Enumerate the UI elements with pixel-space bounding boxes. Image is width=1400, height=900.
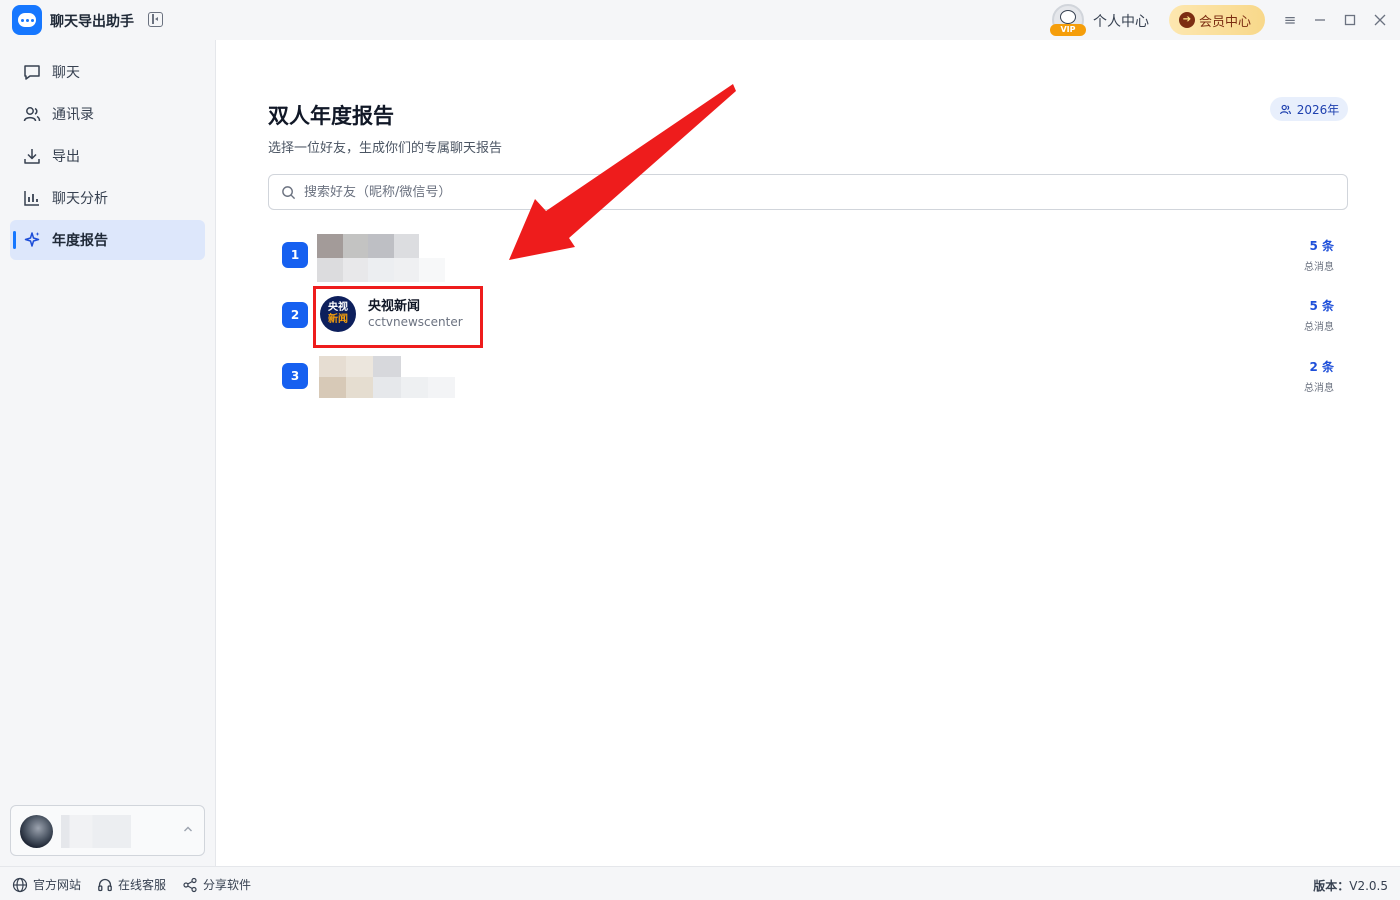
version-label: 版本： — [1313, 879, 1350, 893]
account-avatar — [20, 815, 53, 848]
friend-avatar-redacted — [317, 234, 445, 282]
arrow-right-icon: ➔ — [1179, 12, 1195, 28]
sidebar-item-label: 聊天分析 — [52, 191, 108, 207]
version-info: 版本：V2.0.5 — [1313, 877, 1388, 894]
friend-row[interactable]: 3 2 条 总消息 — [270, 346, 1348, 404]
search-icon — [281, 185, 296, 200]
app-logo-icon — [12, 5, 42, 35]
chevron-up-icon — [183, 823, 193, 837]
personal-center-link[interactable]: 个人中心 — [1093, 11, 1149, 31]
sidebar-item-label: 年度报告 — [52, 233, 108, 249]
search-input[interactable] — [304, 184, 1204, 200]
footer: 官方网站 在线客服 分享软件 版本：V2.0.5 — [0, 866, 1400, 900]
rank-badge: 2 — [282, 302, 308, 328]
globe-icon — [12, 877, 28, 893]
share-icon — [182, 877, 198, 893]
online-support-link[interactable]: 在线客服 — [97, 876, 166, 893]
menu-icon[interactable]: ≡ — [1280, 10, 1300, 30]
close-icon[interactable] — [1370, 10, 1390, 30]
friend-avatar-redacted — [319, 356, 455, 398]
sidebar: 聊天 通讯录 导出 聊天分析 年度报告 — [0, 40, 216, 866]
sidebar-item-label: 导出 — [52, 149, 80, 165]
headset-icon — [97, 877, 113, 893]
page-subtitle: 选择一位好友，生成你们的专属聊天报告 — [268, 141, 503, 156]
sidebar-item-chat-analysis[interactable]: 聊天分析 — [10, 178, 205, 218]
download-icon — [22, 146, 42, 166]
year-selector[interactable]: 2026年 — [1270, 97, 1348, 121]
chat-bubble-icon — [22, 62, 42, 82]
friend-search[interactable] — [268, 174, 1348, 210]
sidebar-item-annual-report[interactable]: 年度报告 — [10, 220, 205, 260]
member-center-label: 会员中心 — [1199, 14, 1252, 30]
friend-row[interactable]: 1 5 条 总消息 — [270, 225, 1348, 283]
account-switcher[interactable] — [10, 805, 205, 856]
online-support-label: 在线客服 — [118, 878, 167, 892]
message-count: 5 条 — [1309, 299, 1334, 313]
message-count-label: 总消息 — [1304, 383, 1334, 394]
sidebar-item-label: 聊天 — [52, 65, 80, 81]
maximize-icon[interactable] — [1340, 10, 1360, 30]
sparkle-icon — [22, 230, 42, 250]
message-count: 5 条 — [1309, 239, 1334, 253]
sidebar-item-chat[interactable]: 聊天 — [10, 52, 205, 92]
version-number: V2.0.5 — [1349, 879, 1388, 893]
year-label: 2026年 — [1296, 102, 1340, 117]
title-bar: 聊天导出助手 VIP 个人中心 ➔ 会员中心 ≡ — [0, 0, 1400, 40]
users-icon — [1279, 103, 1292, 116]
message-count-label: 总消息 — [1304, 262, 1334, 273]
contacts-icon — [22, 104, 42, 124]
member-center-button[interactable]: ➔ 会员中心 — [1169, 5, 1265, 35]
minimize-icon[interactable] — [1310, 10, 1330, 30]
sidebar-item-contacts[interactable]: 通讯录 — [10, 94, 205, 134]
sidebar-item-label: 通讯录 — [52, 107, 94, 123]
rank-badge: 1 — [282, 242, 308, 268]
message-count-label: 总消息 — [1304, 322, 1334, 333]
annotation-highlight-box — [313, 286, 483, 348]
sidebar-collapse-icon[interactable] — [148, 12, 163, 27]
official-website-label: 官方网站 — [33, 878, 82, 892]
sidebar-item-export[interactable]: 导出 — [10, 136, 205, 176]
official-website-link[interactable]: 官方网站 — [12, 876, 81, 893]
rank-badge: 3 — [282, 363, 308, 389]
vip-badge: VIP — [1050, 24, 1086, 36]
share-software-label: 分享软件 — [203, 878, 252, 892]
share-software-link[interactable]: 分享软件 — [182, 876, 251, 893]
account-name-redacted — [61, 815, 131, 848]
page-title: 双人年度报告 — [268, 104, 394, 128]
app-title: 聊天导出助手 — [50, 14, 134, 30]
message-count: 2 条 — [1309, 360, 1334, 374]
bar-chart-icon — [22, 188, 42, 208]
active-indicator — [13, 231, 16, 249]
